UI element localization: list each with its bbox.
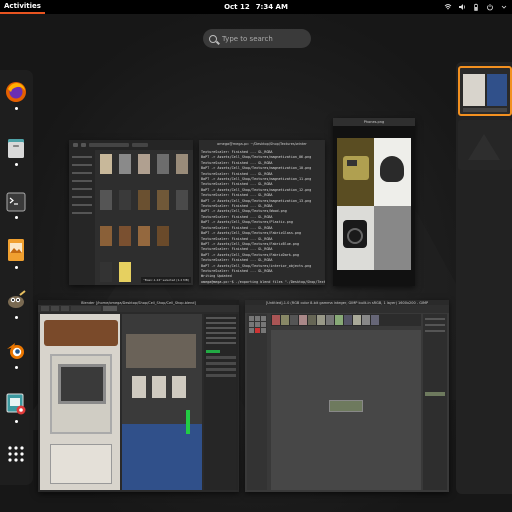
scene-object — [132, 376, 146, 398]
gimp-layers-panel[interactable] — [423, 314, 447, 490]
gimp-pattern-strip[interactable] — [271, 314, 421, 326]
phone-photo — [374, 138, 411, 206]
empty-tile — [374, 206, 411, 270]
scene-object — [152, 376, 166, 398]
gimp-icon — [8, 290, 26, 308]
dock-item-image-viewer[interactable] — [4, 238, 28, 262]
running-indicator — [15, 107, 18, 110]
blender-toolbar — [38, 305, 239, 312]
dock — [0, 70, 33, 485]
running-indicator — [15, 266, 18, 269]
transform-gizmo[interactable] — [186, 410, 190, 434]
app-grid-icon — [8, 446, 24, 462]
show-applications-button[interactable] — [4, 442, 28, 466]
top-bar: Activities Oct 12 7:34 AM — [0, 0, 512, 14]
terminal-icon — [6, 192, 26, 212]
gimp-menubar — [245, 305, 449, 313]
file-thumbnail[interactable] — [157, 226, 169, 246]
file-thumbnail[interactable] — [100, 154, 112, 174]
running-indicator — [15, 316, 18, 319]
system-tray[interactable] — [444, 0, 508, 14]
clock: Oct 12 7:34 AM — [0, 0, 512, 14]
file-thumbnail[interactable] — [157, 154, 169, 174]
file-thumbnail[interactable] — [119, 154, 131, 174]
file-manager-toolbar — [69, 140, 193, 150]
blender-3d-viewport[interactable] — [122, 314, 202, 490]
file-thumbnail[interactable] — [157, 190, 169, 210]
activities-button[interactable]: Activities — [0, 0, 45, 14]
running-indicator — [15, 216, 18, 219]
dock-item-screenshot[interactable] — [4, 392, 28, 416]
dock-item-gimp[interactable] — [4, 288, 28, 312]
running-indicator — [15, 163, 18, 166]
file-thumbnail[interactable] — [100, 190, 112, 210]
shelf — [44, 320, 118, 346]
phone-photo — [337, 138, 374, 206]
window-terminal[interactable]: omega@mega-pc: ~/Desktop/Shop/Textures/w… — [199, 140, 325, 285]
gimp-canvas-area[interactable] — [271, 330, 421, 490]
clock-date[interactable]: Oct 12 — [224, 3, 250, 11]
gimp-image[interactable] — [329, 400, 363, 412]
terminal-output[interactable]: TextureScaler: Finished --- GL_RGBA BaPT … — [199, 148, 325, 285]
file-thumbnail[interactable] — [119, 262, 131, 282]
window-image-viewer[interactable]: Phones.png — [333, 118, 415, 286]
running-indicator — [15, 366, 18, 369]
blender-camera-viewport[interactable] — [40, 314, 120, 490]
menu-arrow-icon[interactable] — [500, 3, 508, 11]
window-gimp[interactable]: [Untitled]-1.0 (RGB color 8-bit gamma in… — [245, 300, 449, 492]
file-thumbnail[interactable] — [176, 190, 188, 210]
terminal-titlebar: omega@mega-pc: ~/Desktop/Shop/Textures/w… — [199, 140, 325, 148]
screenshot-icon — [6, 393, 26, 415]
file-thumbnail[interactable] — [119, 190, 131, 210]
file-thumbnail[interactable] — [100, 226, 112, 246]
blender-icon — [7, 343, 24, 359]
search-icon — [209, 34, 217, 43]
file-thumbnail[interactable] — [138, 190, 150, 210]
battery-icon[interactable] — [472, 3, 480, 11]
volume-icon[interactable] — [458, 3, 466, 11]
power-icon[interactable] — [486, 3, 494, 11]
firefox-icon — [6, 82, 26, 102]
image-canvas — [337, 138, 411, 284]
file-thumbnail[interactable] — [119, 226, 131, 246]
selection-status: "Basic.1.24" selected (1.2 MB) — [141, 277, 191, 283]
search-box[interactable] — [203, 29, 311, 48]
dock-item-terminal[interactable] — [4, 190, 28, 214]
file-manager-sidebar — [69, 150, 95, 285]
phone-photo — [337, 206, 374, 270]
dock-item-firefox[interactable] — [4, 80, 28, 104]
window-file-manager[interactable]: "Basic.1.24" selected (1.2 MB) — [69, 140, 193, 285]
file-grid — [98, 154, 190, 282]
running-indicator — [15, 420, 18, 423]
workspace-1[interactable] — [458, 66, 512, 116]
gimp-toolbox[interactable] — [247, 314, 267, 490]
file-thumbnail[interactable] — [138, 226, 150, 246]
search-input[interactable] — [222, 34, 302, 43]
desktop-overview: Activities Oct 12 7:34 AM Type to search… — [0, 0, 512, 512]
scene-shelves — [126, 334, 196, 368]
file-thumbnail[interactable] — [100, 262, 112, 282]
file-thumbnail[interactable] — [138, 154, 150, 174]
keyboard-model — [50, 444, 112, 484]
window-blender[interactable]: Blender [/home/omega/Desktop/Shop/Cell_S… — [38, 300, 239, 492]
clock-time[interactable]: 7:34 AM — [256, 3, 288, 11]
scene-object — [172, 376, 186, 398]
blender-properties-panel[interactable] — [204, 314, 238, 490]
image-viewer-icon — [8, 239, 24, 261]
monitor-model — [50, 354, 112, 434]
floor-carpet — [122, 424, 202, 490]
workspace-2[interactable] — [458, 120, 512, 170]
files-icon — [8, 139, 24, 158]
file-thumbnail[interactable] — [176, 154, 188, 174]
dock-item-blender[interactable] — [4, 338, 28, 362]
dock-item-files[interactable] — [4, 136, 28, 160]
terminal-line: BaPT -> Assets/Cell_Shop/Textures/magnet… — [201, 166, 312, 171]
network-icon[interactable] — [444, 3, 452, 11]
image-viewer-titlebar: Phones.png — [333, 118, 415, 126]
